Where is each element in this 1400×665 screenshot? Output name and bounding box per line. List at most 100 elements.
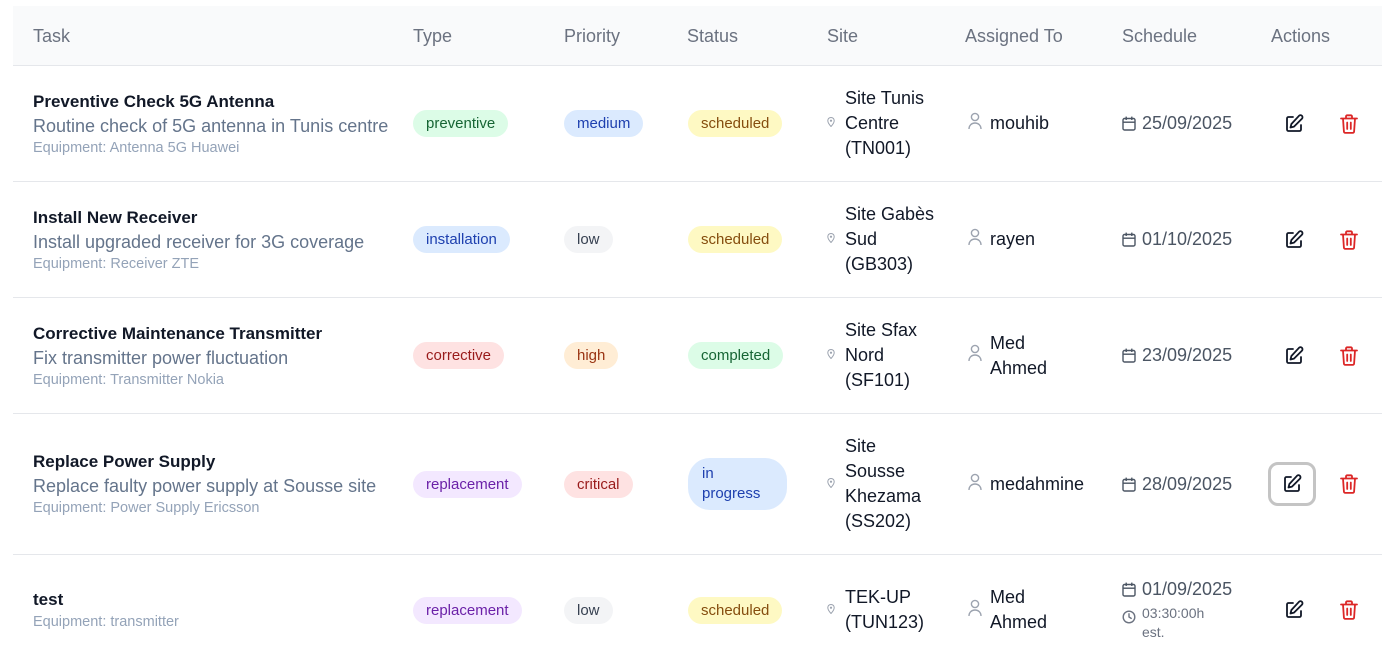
task-title: Corrective Maintenance Transmitter <box>33 323 323 343</box>
site-line: (GB303) <box>845 254 914 274</box>
site-line: (SF101) <box>845 370 911 390</box>
schedule-date: 23/09/2025 <box>1142 345 1233 365</box>
clock-icon <box>1122 609 1136 624</box>
site-line: Site Tunis <box>845 88 925 108</box>
status-line: progress <box>702 485 761 502</box>
site-line: (TUN123) <box>845 612 925 632</box>
table-row[interactable]: Preventive Check 5G Antenna Routine chec… <box>13 66 1382 182</box>
site-cell: Site Tunis Centre (TN001) <box>827 66 924 181</box>
assignee-name: mouhib <box>990 113 1050 133</box>
table-row[interactable]: Replace Power Supply Replace faulty powe… <box>13 414 1382 555</box>
edit-button[interactable] <box>1270 588 1318 632</box>
trash-icon <box>1340 346 1358 366</box>
task-equipment: Equipment: transmitter <box>33 614 179 630</box>
table-row[interactable]: test Equipment: transmitter replacement … <box>13 555 1382 665</box>
task-equipment: Equipment: Receiver ZTE <box>33 255 200 272</box>
task-description: Install upgraded receiver for 3G coverag… <box>33 231 365 252</box>
user-icon <box>968 344 982 367</box>
edit-icon <box>1286 346 1304 364</box>
site-line: Sud <box>845 229 878 249</box>
delete-button[interactable] <box>1325 102 1373 146</box>
edit-button[interactable] <box>1270 334 1318 378</box>
schedule-date: 01/09/2025 <box>1142 578 1233 599</box>
site-cell: Site Sousse Khezama (SS202) <box>827 414 921 554</box>
header-status: Status <box>687 26 739 46</box>
trash-icon <box>1340 230 1358 250</box>
assignee-cell: rayen <box>968 182 1035 297</box>
map-pin-icon <box>827 116 839 130</box>
priority-badge: low <box>564 226 613 253</box>
assignee-name: Ahmed <box>990 612 1048 632</box>
delete-button[interactable] <box>1325 588 1373 632</box>
table-row[interactable]: Install New Receiver Install upgraded re… <box>13 182 1382 298</box>
assignee-name: Ahmed <box>990 357 1048 378</box>
estimate-line: est. <box>1142 623 1165 640</box>
trash-icon <box>1340 600 1358 620</box>
trash-icon <box>1340 474 1358 494</box>
type-badge: preventive <box>413 110 509 137</box>
priority-badge: low <box>564 596 613 624</box>
type-badge: installation <box>413 226 510 253</box>
site-line: (SS202) <box>845 511 912 531</box>
assignee-cell: Med Ahmed <box>968 555 1047 665</box>
site-line: (TN001) <box>845 138 912 158</box>
task-description: Fix transmitter power fluctuation <box>33 347 289 368</box>
assignee-cell: medahmine <box>968 414 1084 554</box>
edit-button[interactable] <box>1268 462 1316 506</box>
edit-button[interactable] <box>1270 102 1318 146</box>
calendar-icon <box>1122 116 1136 131</box>
site-line: Sousse <box>845 461 906 481</box>
schedule-cell: 01/10/2025 <box>1122 182 1232 297</box>
type-badge: corrective <box>413 342 505 369</box>
type-badge: replacement <box>413 596 522 624</box>
assignee-name: medahmine <box>990 473 1085 494</box>
table-row[interactable]: Corrective Maintenance Transmitter Fix t… <box>13 298 1382 414</box>
edit-icon <box>1286 600 1304 618</box>
task-description: Routine check of 5G antenna in Tunis cen… <box>33 115 389 136</box>
delete-button[interactable] <box>1325 218 1373 262</box>
tasks-table: Task Type Priority Status Site Assigned … <box>13 6 1382 665</box>
header-site: Site <box>827 26 859 46</box>
status-badge: completed <box>688 342 784 369</box>
task-cell: Replace Power Supply Replace faulty powe… <box>33 414 376 554</box>
map-pin-icon <box>827 603 839 617</box>
assignee-name: Med <box>990 587 1026 607</box>
site-line: TEK-UP <box>845 587 912 607</box>
delete-button[interactable] <box>1325 462 1373 506</box>
estimate-line: 03:30:00h <box>1142 604 1205 621</box>
type-badge: replacement <box>413 470 522 498</box>
header-schedule: Schedule <box>1122 26 1198 46</box>
task-cell: Install New Receiver Install upgraded re… <box>33 182 364 297</box>
site-line: Khezama <box>845 486 922 506</box>
site-line: Site Sfax <box>845 320 918 340</box>
user-icon <box>968 473 982 496</box>
priority-badge: critical <box>564 470 633 498</box>
calendar-icon <box>1122 477 1136 492</box>
priority-badge: high <box>564 342 619 369</box>
edit-icon <box>1286 230 1304 248</box>
assignee-name: rayen <box>990 229 1036 249</box>
edit-icon <box>1286 114 1304 132</box>
task-equipment: Equipment: Antenna 5G Huawei <box>33 139 240 156</box>
site-line: Site Gabès <box>845 204 935 224</box>
delete-button[interactable] <box>1325 334 1373 378</box>
schedule-cell: 28/09/2025 <box>1122 414 1232 554</box>
task-cell: Corrective Maintenance Transmitter Fix t… <box>33 298 322 413</box>
task-cell: test Equipment: transmitter <box>33 555 179 665</box>
status-badge: scheduled <box>688 596 783 624</box>
schedule-date: 28/09/2025 <box>1142 473 1233 494</box>
edit-icon <box>1284 474 1302 492</box>
user-icon <box>968 599 982 622</box>
status-badge: in progress <box>688 458 787 510</box>
header-assigned-to: Assigned To <box>965 26 1063 46</box>
assignee-cell: Med Ahmed <box>968 298 1047 413</box>
map-pin-icon <box>827 232 839 246</box>
edit-button[interactable] <box>1270 218 1318 262</box>
map-pin-icon <box>827 348 839 362</box>
status-line: in <box>702 465 714 482</box>
priority-badge: medium <box>564 110 644 137</box>
site-cell: Site Sfax Nord (SF101) <box>827 298 917 413</box>
header-actions: Actions <box>1271 26 1331 46</box>
task-title: Replace Power Supply <box>33 452 216 471</box>
status-badge: scheduled <box>688 226 783 253</box>
